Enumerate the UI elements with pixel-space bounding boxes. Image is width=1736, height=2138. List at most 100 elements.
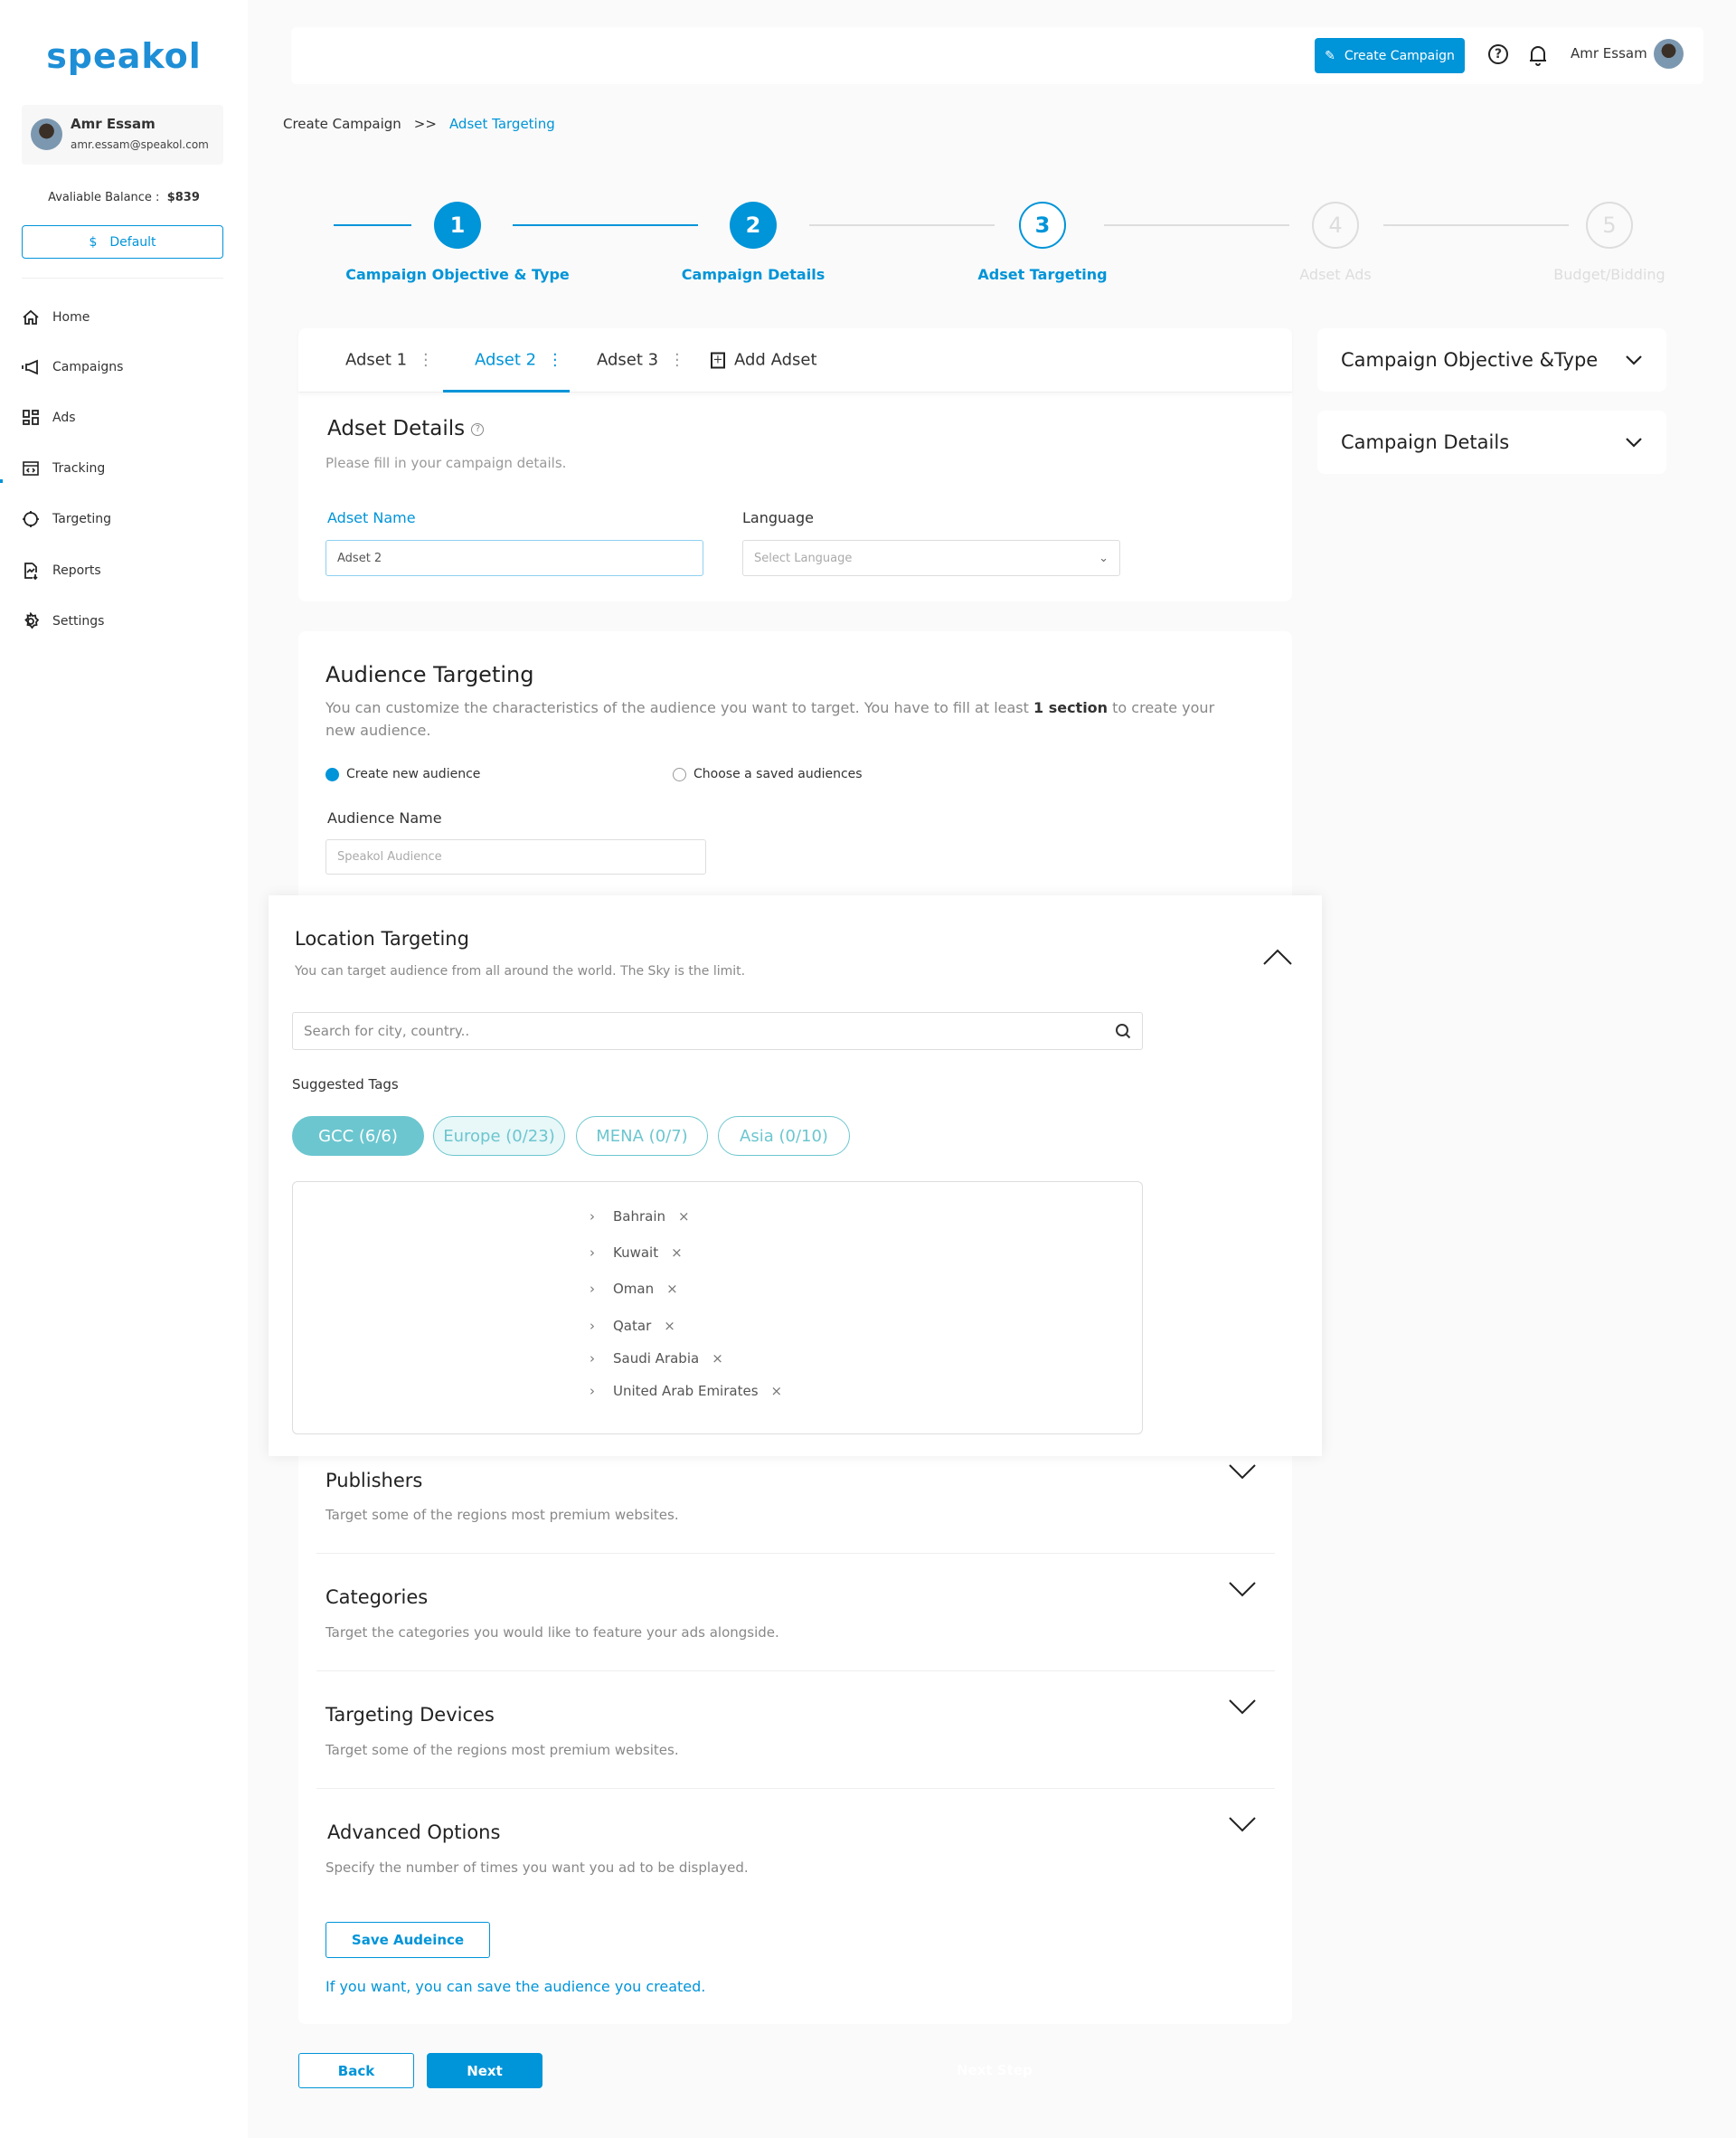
divider (22, 278, 223, 279)
create-campaign-label: Create Campaign (1344, 48, 1455, 63)
country-item[interactable]: › Saudi Arabia × (590, 1350, 723, 1367)
remove-icon[interactable]: × (678, 1208, 690, 1225)
sidebar-item-home[interactable]: Home (22, 308, 90, 326)
step-5-circle: 5 (1586, 202, 1633, 249)
save-audience-button[interactable]: Save Audeince (326, 1922, 490, 1958)
breadcrumb-create-campaign[interactable]: Create Campaign (283, 116, 401, 132)
user-card[interactable]: Amr Essam amr.essam@speakol.com (22, 105, 223, 165)
categories-title[interactable]: Categories (326, 1586, 428, 1608)
tag-europe[interactable]: Europe (0/23) (433, 1116, 565, 1156)
country-item[interactable]: › Oman × (590, 1281, 678, 1297)
radio-create-new[interactable]: Create new audience (326, 767, 480, 781)
chevron-down-icon[interactable] (1228, 1698, 1257, 1715)
more-vertical-icon[interactable]: ⋮ (669, 351, 685, 370)
step-4-label: Adset Ads (1299, 266, 1372, 283)
remove-icon[interactable]: × (712, 1350, 723, 1367)
default-button[interactable]: $ Default (22, 225, 223, 259)
targeting-devices-subtitle: Target some of the regions most premium … (326, 1742, 679, 1758)
help-icon[interactable]: ? (1488, 44, 1508, 64)
audience-name-input[interactable]: Speakol Audience (326, 839, 706, 875)
step-4-circle: 4 (1312, 202, 1359, 249)
add-copy-icon: + (711, 352, 725, 368)
more-vertical-icon[interactable]: ⋮ (547, 351, 563, 370)
location-title: Location Targeting (295, 928, 469, 950)
step-1-label: Campaign Objective & Type (345, 266, 570, 283)
location-search-input[interactable]: Search for city, country.. (292, 1012, 1143, 1050)
chevron-down-icon[interactable] (1228, 1816, 1257, 1832)
audience-title: Audience Targeting (326, 662, 534, 687)
chevron-up-icon[interactable] (1262, 948, 1293, 966)
chevron-right-icon[interactable]: › (590, 1208, 613, 1225)
audience-description: You can customize the characteristics of… (326, 699, 1215, 739)
breadcrumb-adset-targeting[interactable]: Adset Targeting (449, 116, 555, 132)
advanced-options-title[interactable]: Advanced Options (327, 1821, 500, 1843)
radio-label: Create new audience (346, 767, 481, 781)
step-2-label: Campaign Details (681, 266, 826, 283)
chevron-right-icon[interactable]: › (590, 1281, 613, 1297)
step-5-label: Budget/Bidding (1553, 266, 1665, 283)
back-button[interactable]: Back (298, 2053, 414, 2088)
adset-name-label: Adset Name (327, 509, 416, 526)
chevron-down-icon[interactable] (1228, 1581, 1257, 1597)
chevron-right-icon[interactable]: › (590, 1383, 613, 1399)
country-item[interactable]: › Qatar × (590, 1318, 675, 1334)
tag-asia[interactable]: Asia (0/10) (718, 1116, 850, 1156)
sidebar-item-settings[interactable]: Settings (22, 612, 104, 630)
add-adset-button[interactable]: + Add Adset (711, 351, 817, 370)
tab-label: Adset 2 (475, 350, 537, 370)
step-1-circle[interactable]: 1 (434, 202, 481, 249)
language-label: Language (742, 509, 814, 526)
create-campaign-button[interactable]: ✎ Create Campaign (1315, 38, 1465, 73)
tag-mena[interactable]: MENA (0/7) (576, 1116, 708, 1156)
remove-icon[interactable]: × (671, 1244, 683, 1261)
radio-choose-saved[interactable]: Choose a saved audiences (673, 767, 863, 781)
topbar-avatar[interactable] (1654, 39, 1684, 69)
country-item[interactable]: › Kuwait × (590, 1244, 683, 1261)
next-button[interactable]: Next (427, 2053, 542, 2088)
tab-adset-2[interactable]: Adset 2 ⋮ (475, 351, 563, 370)
user-name: Amr Essam (71, 116, 156, 132)
chevron-right-icon[interactable]: › (590, 1350, 613, 1367)
sidebar-item-ads[interactable]: Ads (22, 409, 76, 427)
country-item[interactable]: › Bahrain × (590, 1208, 690, 1225)
sidebar-item-targeting[interactable]: Targeting (22, 510, 111, 528)
balance-label: Avaliable Balance : (48, 191, 160, 204)
step-3-label: Adset Targeting (977, 266, 1108, 283)
step-2-circle[interactable]: 2 (730, 202, 777, 249)
remove-icon[interactable]: × (666, 1281, 678, 1297)
home-icon (23, 309, 39, 325)
sidebar-item-campaigns[interactable]: Campaigns (22, 358, 123, 376)
chevron-right-icon[interactable]: › (590, 1318, 613, 1334)
remove-icon[interactable]: × (771, 1383, 783, 1399)
tab-adset-3[interactable]: Adset 3 ⋮ (597, 351, 685, 370)
country-item[interactable]: › United Arab Emirates × (590, 1383, 782, 1399)
search-icon[interactable] (1115, 1023, 1131, 1039)
tab-adset-1[interactable]: Adset 1 ⋮ (345, 351, 434, 370)
sidebar-item-tracking[interactable]: Tracking (22, 459, 105, 478)
audience-name-label: Audience Name (327, 809, 442, 827)
sidebar-item-reports[interactable]: Reports (22, 562, 101, 580)
panel-campaign-details[interactable]: Campaign Details (1317, 411, 1666, 474)
chevron-right-icon[interactable]: › (590, 1244, 613, 1261)
step-3-circle[interactable]: 3 (1019, 202, 1066, 249)
panel-campaign-objective[interactable]: Campaign Objective &Type (1317, 328, 1666, 392)
sidebar: speakol Amr Essam amr.essam@speakol.com … (0, 0, 248, 2138)
publishers-subtitle: Target some of the regions most premium … (326, 1507, 679, 1523)
sidebar-item-label: Campaigns (52, 360, 124, 374)
sidebar-item-label: Reports (52, 563, 101, 578)
more-vertical-icon[interactable]: ⋮ (418, 351, 434, 370)
targeting-devices-title[interactable]: Targeting Devices (326, 1704, 495, 1726)
chevron-down-icon[interactable] (1228, 1463, 1257, 1480)
suggested-tags-label: Suggested Tags (292, 1076, 399, 1093)
adset-name-input[interactable]: Adset 2 (326, 540, 703, 576)
step-line (1104, 224, 1289, 226)
bell-icon[interactable] (1528, 43, 1548, 66)
language-select[interactable]: Select Language ⌄ (742, 540, 1120, 576)
topbar-user-name[interactable]: Amr Essam (1571, 45, 1647, 61)
chevron-down-icon (1626, 438, 1642, 448)
remove-icon[interactable]: × (664, 1318, 675, 1334)
step-line (809, 224, 995, 226)
help-icon[interactable]: ? (471, 422, 485, 436)
publishers-title[interactable]: Publishers (326, 1470, 422, 1491)
tag-gcc[interactable]: GCC (6/6) (292, 1116, 424, 1156)
